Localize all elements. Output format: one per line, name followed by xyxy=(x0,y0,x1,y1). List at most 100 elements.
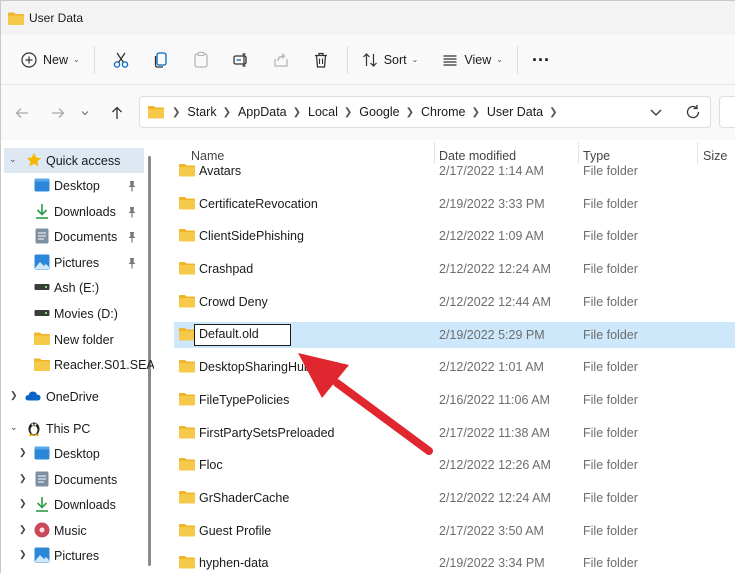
sidebar-item-pc-desktop[interactable]: ❯ Desktop xyxy=(1,441,146,466)
sidebar-item-desktop[interactable]: Desktop xyxy=(1,173,146,198)
share-button[interactable] xyxy=(261,43,301,77)
sidebar-item-pictures[interactable]: Pictures xyxy=(1,250,146,275)
cut-button[interactable] xyxy=(101,43,141,77)
linux-penguin-icon xyxy=(26,420,42,436)
breadcrumb-item[interactable]: Local xyxy=(308,105,338,119)
scissors-icon xyxy=(113,52,128,68)
copy-button[interactable] xyxy=(141,43,181,77)
arrow-right-icon xyxy=(52,108,65,118)
file-row[interactable]: Guest Profile 2/17/2022 3:50 AM File folde… xyxy=(174,518,735,544)
desktop-icon xyxy=(34,445,50,461)
recent-locations-button[interactable] xyxy=(77,101,93,125)
up-button[interactable] xyxy=(105,101,129,125)
file-row[interactable]: Avatars 2/17/2022 1:14 AM File folder xyxy=(174,158,735,184)
search-box[interactable] xyxy=(719,96,735,128)
sidebar-item-ash-e[interactable]: Ash (E:) xyxy=(1,275,146,300)
view-list-icon xyxy=(443,54,457,66)
paste-button[interactable] xyxy=(181,43,221,77)
file-type: File folder xyxy=(583,425,638,440)
nav-item-label: Pictures xyxy=(54,549,100,564)
folder-icon xyxy=(34,356,50,372)
file-row[interactable]: hyphen-data 2/19/2022 3:34 PM File folder xyxy=(174,550,735,573)
file-date: 2/12/2022 12:44 AM xyxy=(439,294,551,309)
chevron-right-icon[interactable]: ❯ xyxy=(223,107,231,118)
sort-button[interactable]: Sort ⌄ xyxy=(354,43,427,77)
file-row[interactable]: DesktopSharingHub 2/12/2022 1:01 AM File f… xyxy=(174,354,735,380)
file-row[interactable]: GrShaderCache 2/12/2022 12:24 AM File fold… xyxy=(174,485,735,511)
documents-icon xyxy=(34,471,50,487)
view-button[interactable]: View ⌄ xyxy=(434,43,511,77)
file-row[interactable]: CertificateRevocation 2/19/2022 3:33 PM Fi… xyxy=(174,191,735,217)
breadcrumb-item[interactable]: AppData xyxy=(238,105,287,119)
delete-button[interactable] xyxy=(301,43,341,77)
address-bar[interactable]: ❯ Stark ❯ AppData ❯ Local ❯ Google ❯ Chrome ❯ User… xyxy=(139,96,711,128)
more-options-button[interactable]: ... xyxy=(524,43,558,77)
sidebar-item-quick-access[interactable]: ⌄ Quick access xyxy=(4,148,144,173)
file-type: File folder xyxy=(583,556,638,571)
rename-button[interactable] xyxy=(221,43,261,77)
chevron-right-icon[interactable]: ❯ xyxy=(549,107,557,118)
sidebar-item-documents[interactable]: Documents xyxy=(1,224,146,249)
sidebar-item-reacher[interactable]: Reacher.S01.SEA xyxy=(1,352,154,377)
copy-icon xyxy=(154,51,167,68)
title-bar: User Data xyxy=(1,1,735,35)
file-row[interactable]: Default.old 2/19/2022 5:29 PM File folder xyxy=(174,321,735,348)
chevron-right-icon[interactable]: ❯ xyxy=(471,107,479,118)
file-date: 2/12/2022 1:01 AM xyxy=(439,360,544,375)
chevron-right-icon[interactable]: ❯ xyxy=(19,473,27,484)
file-row[interactable]: ClientSidePhishing 2/12/2022 1:09 AM File … xyxy=(174,223,735,249)
chevron-right-icon[interactable]: ❯ xyxy=(293,107,301,118)
trash-icon xyxy=(314,52,327,68)
file-row[interactable]: Crowd Deny 2/12/2022 12:44 AM File folder xyxy=(174,289,735,315)
chevron-right-icon[interactable]: ❯ xyxy=(19,498,27,509)
paste-icon xyxy=(194,51,208,68)
sidebar-item-downloads[interactable]: Downloads xyxy=(1,199,146,224)
sidebar-item-onedrive[interactable]: ❯ OneDrive xyxy=(1,384,146,409)
sidebar-item-this-pc[interactable]: ⌄ This PC xyxy=(1,416,146,441)
folder-icon xyxy=(179,392,195,406)
documents-icon xyxy=(34,228,50,244)
drive-icon xyxy=(34,305,50,321)
sidebar-item-pc-downloads[interactable]: ❯ Downloads xyxy=(1,492,146,517)
file-name: ClientSidePhishing xyxy=(199,229,304,244)
sidebar-item-pc-pictures[interactable]: ❯ Pictures xyxy=(1,543,146,568)
file-type: File folder xyxy=(583,392,638,407)
file-row[interactable]: Floc 2/12/2022 12:26 AM File folder xyxy=(174,452,735,478)
breadcrumb-item[interactable]: Chrome xyxy=(421,105,465,119)
forward-button[interactable] xyxy=(46,101,70,125)
chevron-right-icon[interactable]: ❯ xyxy=(344,107,352,118)
pictures-icon xyxy=(34,254,50,270)
file-type: File folder xyxy=(583,196,638,211)
more-label: ... xyxy=(531,45,550,65)
breadcrumb-item[interactable]: Google xyxy=(359,105,399,119)
file-name: CertificateRevocation xyxy=(199,196,318,211)
chevron-down-icon[interactable] xyxy=(648,104,664,120)
file-row[interactable]: FileTypePolicies 2/16/2022 11:06 AM File f… xyxy=(174,387,735,413)
folder-icon xyxy=(179,457,195,471)
chevron-down-icon[interactable]: ⌄ xyxy=(9,154,17,165)
pin-icon xyxy=(126,180,138,192)
file-row[interactable]: Crashpad 2/12/2022 12:24 AM File folder xyxy=(174,256,735,282)
chevron-right-icon[interactable]: ❯ xyxy=(19,447,27,458)
sidebar-item-pc-documents[interactable]: ❯ Documents xyxy=(1,467,146,492)
chevron-right-icon[interactable]: ❯ xyxy=(406,107,414,118)
back-button[interactable] xyxy=(10,101,34,125)
rename-input[interactable]: Default.old xyxy=(194,323,291,346)
nav-item-label: Pictures xyxy=(54,255,100,270)
chevron-down-icon: ⌄ xyxy=(496,55,503,64)
refresh-icon[interactable] xyxy=(684,103,702,121)
breadcrumb-item[interactable]: User Data xyxy=(487,105,543,119)
breadcrumb-item[interactable]: Stark xyxy=(187,105,216,119)
file-row[interactable]: FirstPartySetsPreloaded 2/17/2022 11:38 A… xyxy=(174,420,735,446)
new-button[interactable]: New ⌄ xyxy=(13,43,88,77)
sidebar-item-pc-music[interactable]: ❯ Music xyxy=(1,518,146,543)
sidebar-item-movies-d[interactable]: Movies (D:) xyxy=(1,301,146,326)
chevron-right-icon[interactable]: ❯ xyxy=(19,524,27,535)
chevron-right-icon[interactable]: ❯ xyxy=(10,390,18,401)
sidebar-item-new-folder[interactable]: New folder xyxy=(1,327,146,352)
folder-icon xyxy=(179,261,195,275)
file-date: 2/19/2022 3:33 PM xyxy=(439,196,545,211)
chevron-right-icon[interactable]: ❯ xyxy=(19,549,27,560)
chevron-down-icon[interactable]: ⌄ xyxy=(10,422,18,433)
desktop-icon xyxy=(34,177,50,193)
